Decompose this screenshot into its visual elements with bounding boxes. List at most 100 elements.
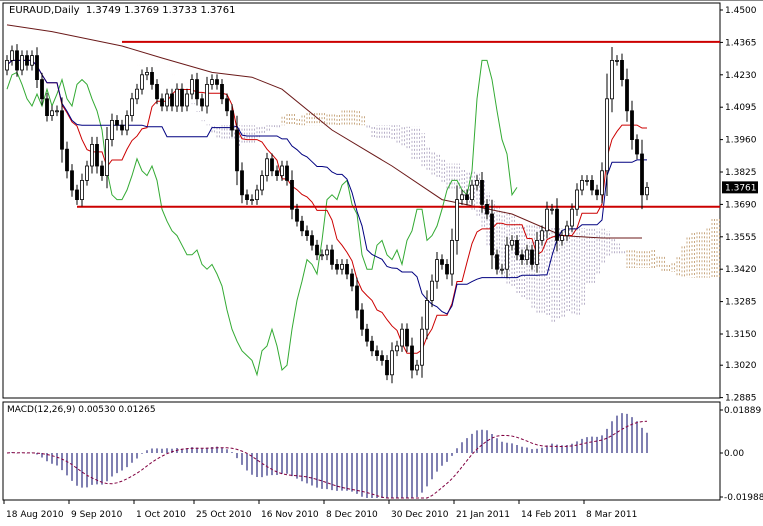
candle-body xyxy=(570,208,574,227)
y-tick-label: 1.3150 xyxy=(725,330,757,340)
candle-body xyxy=(140,74,144,90)
candle-body xyxy=(465,194,469,201)
candle-body xyxy=(100,165,104,176)
candle-body xyxy=(475,179,479,186)
candle-body xyxy=(35,55,39,80)
candle-body xyxy=(450,239,454,275)
candle-body xyxy=(640,153,644,196)
candle-body xyxy=(60,110,64,150)
candle-body xyxy=(45,98,49,117)
macd-y-tick-label: 0.01889 xyxy=(724,406,761,416)
current-price-label: 1.3761 xyxy=(725,183,757,193)
candle-body xyxy=(645,186,649,196)
candle-body xyxy=(165,93,169,107)
candle-body xyxy=(5,60,9,71)
x-tick-label: 18 Aug 2010 xyxy=(6,510,64,520)
candle-body xyxy=(545,208,549,232)
candle-body xyxy=(565,225,569,237)
x-tick-label: 8 Mar 2011 xyxy=(586,510,637,520)
candle-body xyxy=(255,189,259,201)
x-tick-label: 21 Jan 2011 xyxy=(456,510,510,520)
candle-body xyxy=(30,55,34,66)
macd-y-tick-label: 0.00 xyxy=(724,449,744,459)
x-tick-label: 16 Nov 2010 xyxy=(261,510,319,520)
candle-body xyxy=(585,179,589,182)
candle-body xyxy=(90,143,94,167)
candle-body xyxy=(410,345,414,371)
candle-body xyxy=(455,199,459,241)
candle-body xyxy=(440,259,444,265)
candle-body xyxy=(445,263,449,275)
candle-body xyxy=(560,235,564,241)
x-tick-label: 1 Oct 2010 xyxy=(136,510,186,520)
candle-body xyxy=(170,93,174,107)
candle-body xyxy=(210,79,214,85)
candle-body xyxy=(335,263,339,270)
candle-body xyxy=(20,55,24,71)
candle-body xyxy=(290,179,294,210)
candle-body xyxy=(340,263,344,270)
candle-body xyxy=(435,259,439,282)
y-tick-label: 1.4365 xyxy=(725,38,757,48)
candle-body xyxy=(380,355,384,361)
y-tick-label: 1.2885 xyxy=(725,394,757,404)
candle-body xyxy=(485,203,489,215)
candle-body xyxy=(350,273,354,287)
macd-title: MACD(12,26,9) 0.00530 0.01265 xyxy=(7,405,156,415)
candle-body xyxy=(265,158,269,177)
chart-canvas[interactable]: 1.4500 1.4365 1.4230 1.4095 1.3960 1.3825 1.36… xyxy=(0,0,763,526)
candle-body xyxy=(595,189,599,196)
candle-body xyxy=(175,88,179,107)
candle-body xyxy=(70,170,74,191)
candle-body xyxy=(515,239,519,256)
candle-body xyxy=(280,165,284,176)
candle-body xyxy=(615,60,619,62)
candle-body xyxy=(390,350,394,376)
candle-body xyxy=(540,230,544,241)
candle-body xyxy=(195,79,199,100)
candle-body xyxy=(320,254,324,257)
y-tick-label: 1.3690 xyxy=(725,200,757,210)
candle-body xyxy=(590,179,594,191)
candle-body xyxy=(135,88,139,100)
candle-body xyxy=(635,139,639,155)
candle-body xyxy=(385,359,389,376)
candle-body xyxy=(325,249,329,256)
candle-body xyxy=(365,328,369,342)
candle-body xyxy=(185,93,189,107)
candle-body xyxy=(315,244,319,256)
candle-body xyxy=(180,88,184,107)
candle-body xyxy=(275,170,279,177)
candle-body xyxy=(75,189,79,201)
candle-body xyxy=(110,120,114,141)
candle-body xyxy=(630,110,634,141)
candle-body xyxy=(530,249,534,265)
candle-body xyxy=(550,208,554,211)
candle-body xyxy=(415,364,419,371)
candle-body xyxy=(525,249,529,260)
candle-body xyxy=(605,98,609,172)
candle-body xyxy=(80,179,84,200)
candle-body xyxy=(620,60,624,81)
chart-title: EURAUD,Daily 1.3749 1.3769 1.3733 1.3761 xyxy=(9,5,236,16)
y-tick-label: 1.4230 xyxy=(725,71,757,81)
candle-body xyxy=(200,98,204,107)
candle-body xyxy=(270,158,274,172)
x-tick-label: 25 Oct 2010 xyxy=(196,510,252,520)
candle-body xyxy=(405,328,409,347)
y-tick-label: 1.3555 xyxy=(725,233,757,243)
candle-body xyxy=(160,98,164,107)
y-tick-label: 1.4095 xyxy=(725,103,757,113)
candle-body xyxy=(295,208,299,222)
candle-body xyxy=(575,189,579,210)
y-tick-label: 1.3020 xyxy=(725,361,757,371)
candle-body xyxy=(490,213,494,256)
candle-body xyxy=(460,194,464,201)
candle-body xyxy=(500,268,504,271)
candle-body xyxy=(400,328,404,347)
x-tick-label: 8 Dec 2010 xyxy=(326,510,378,520)
candle-body xyxy=(510,239,514,246)
candle-body xyxy=(15,50,19,71)
candle-body xyxy=(355,285,359,311)
x-tick-label: 30 Dec 2010 xyxy=(391,510,449,520)
